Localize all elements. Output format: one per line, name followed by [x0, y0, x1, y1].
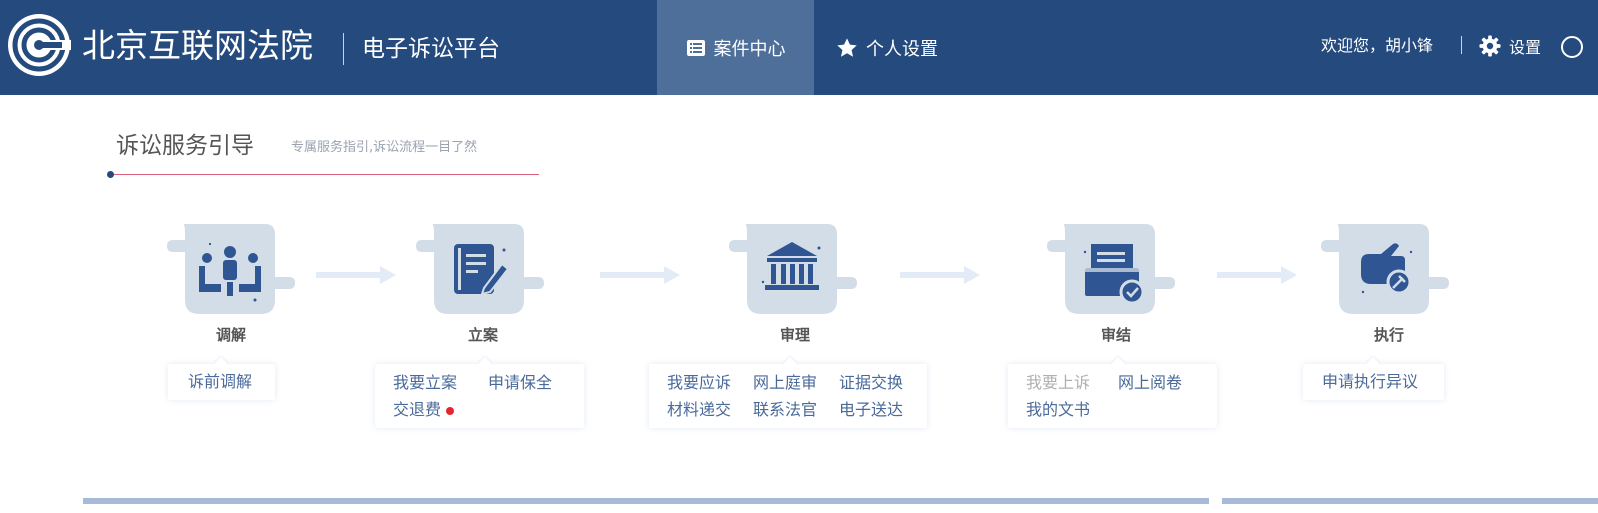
link-execution-objection[interactable]: 申请执行异议: [1322, 371, 1418, 393]
nav-personal-settings-label: 个人设置: [866, 38, 938, 60]
link-apply-preservation[interactable]: 申请保全: [488, 372, 552, 394]
meeting-icon[interactable]: [165, 222, 295, 322]
card-pointer: [477, 356, 493, 372]
step-card-filing: 我要立案 申请保全 交退费: [375, 356, 584, 428]
card-pointer: [213, 356, 229, 372]
link-respond-suit[interactable]: 我要应诉: [667, 372, 731, 394]
link-pre-litigation-mediation[interactable]: 诉前调解: [188, 371, 252, 393]
link-appeal[interactable]: 我要上诉: [1026, 372, 1090, 394]
section-title: 诉讼服务引导: [116, 133, 254, 159]
panel-top-border: [1222, 498, 1598, 504]
link-submit-materials[interactable]: 材料递交: [667, 399, 731, 421]
step-label-filing: 立案: [467, 326, 498, 344]
step-label-execution: 执行: [1373, 326, 1404, 344]
step-card-closure: 我要上诉 网上阅卷 我的文书: [1008, 356, 1217, 428]
top-header: 北京互联网法院 电子诉讼平台 案件中心 个人设置 欢迎您，胡小锋 设置: [0, 0, 1598, 95]
link-file-case[interactable]: 我要立案: [393, 372, 457, 394]
arrow-right-icon: [900, 266, 980, 284]
section-underline: [110, 174, 539, 175]
card-pointer: [1365, 356, 1381, 372]
panel-top-border: [83, 498, 1209, 504]
nav-case-center-label: 案件中心: [713, 38, 786, 60]
step-label-closure: 审结: [1100, 326, 1131, 344]
link-electronic-service[interactable]: 电子送达: [839, 399, 903, 421]
courthouse-icon[interactable]: [727, 222, 857, 322]
nav-case-center[interactable]: 案件中心: [657, 0, 814, 95]
nav-personal-settings[interactable]: 个人设置: [822, 0, 938, 95]
court-logo-icon[interactable]: [6, 12, 72, 78]
link-refund-fee-label: 交退费: [393, 400, 442, 419]
arrow-right-icon: [316, 266, 396, 284]
platform-title: 电子诉讼平台: [362, 36, 500, 62]
notification-dot: [446, 406, 455, 415]
welcome-divider: [1461, 36, 1462, 54]
brand-title: 北京互联网法院: [82, 26, 313, 65]
section-underline-dot: [107, 171, 114, 178]
star-icon: [837, 37, 857, 57]
settings-label: 设置: [1509, 38, 1542, 57]
settings-button[interactable]: 设置: [1479, 34, 1541, 58]
help-icon[interactable]: [1561, 36, 1583, 58]
link-online-hearing[interactable]: 网上庭审: [753, 372, 817, 394]
card-pointer: [782, 356, 798, 372]
hand-gavel-icon[interactable]: [1319, 222, 1449, 322]
link-online-file-review[interactable]: 网上阅卷: [1118, 372, 1182, 394]
gear-icon: [1479, 35, 1501, 57]
link-refund-fee[interactable]: 交退费: [393, 399, 455, 421]
arrow-right-icon: [1217, 266, 1297, 284]
link-my-documents[interactable]: 我的文书: [1026, 399, 1090, 421]
step-card-trial: 我要应诉 网上庭审 证据交换 材料递交 联系法官 电子送达: [649, 356, 927, 428]
link-contact-judge[interactable]: 联系法官: [753, 399, 817, 421]
verdict-check-icon[interactable]: [1045, 222, 1175, 322]
welcome-user: 欢迎您，胡小锋: [1321, 36, 1434, 55]
step-label-mediation: 调解: [215, 326, 246, 344]
step-card-mediation: 诉前调解: [168, 356, 275, 400]
link-evidence-exchange[interactable]: 证据交换: [839, 372, 903, 394]
brand-divider: [343, 33, 344, 65]
list-icon: [686, 39, 705, 56]
step-card-execution: 申请执行异议: [1303, 356, 1444, 400]
card-pointer: [1110, 356, 1126, 372]
step-label-trial: 审理: [779, 326, 810, 344]
document-edit-icon[interactable]: [414, 222, 544, 322]
arrow-right-icon: [600, 266, 680, 284]
section-subtitle: 专属服务指引,诉讼流程一目了然: [291, 140, 478, 155]
